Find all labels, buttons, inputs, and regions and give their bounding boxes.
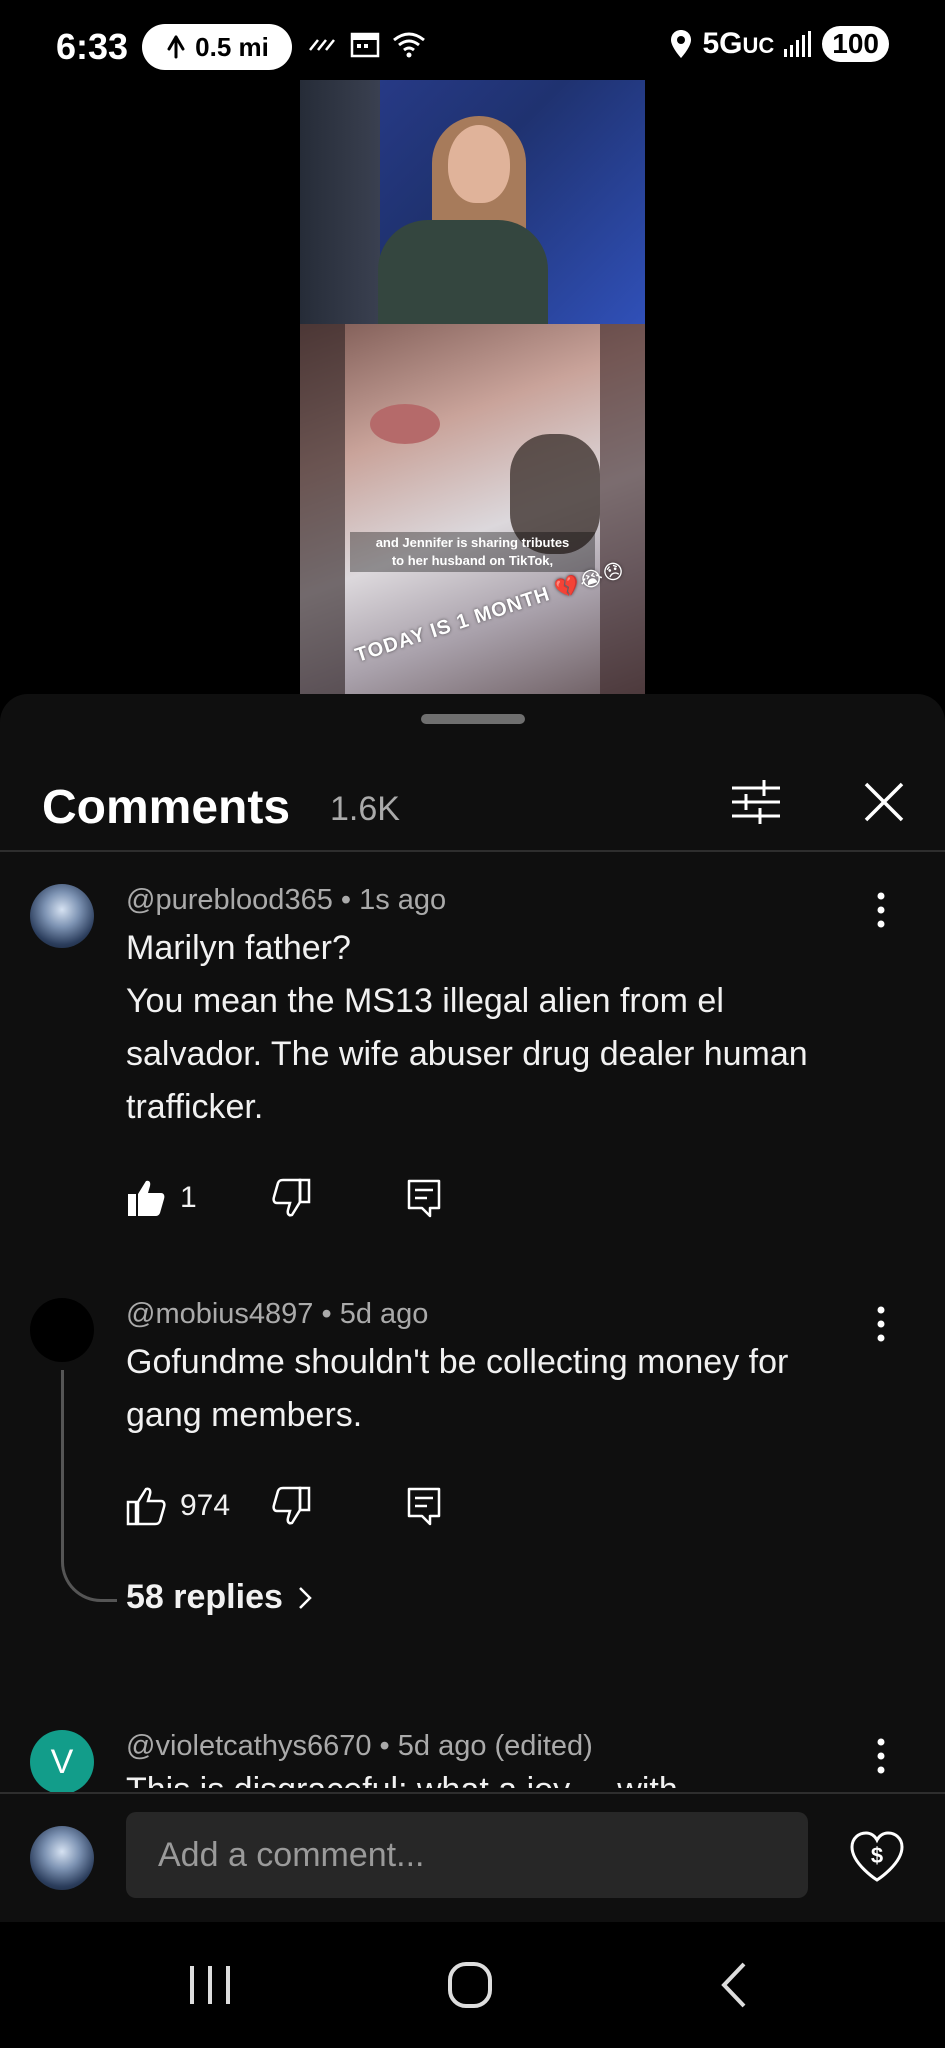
status-right: 5GUC 100 [670, 26, 889, 62]
comment-time: 1s ago [359, 884, 447, 916]
chevron-right-icon [299, 1586, 312, 1609]
dislike-button[interactable] [272, 1178, 312, 1223]
thumbs-up-filled-icon [128, 1180, 165, 1216]
battery-indicator: 100 [822, 26, 889, 62]
comment-meta: @pureblood365 • 1s ago [126, 884, 447, 916]
recents-icon [190, 1966, 230, 2004]
comment-compose-bar: $ [0, 1792, 945, 1922]
close-button[interactable] [856, 774, 912, 830]
status-time: 6:33 [56, 26, 129, 67]
video-overlay-text: TODAY IS 1 MONTH 💔😭😞 [352, 558, 628, 667]
comment-text: Marilyn father? You mean the MS13 illega… [126, 929, 808, 1126]
reply-button[interactable] [406, 1486, 442, 1531]
calendar-icon [350, 32, 380, 58]
comment-actions: 1 [126, 1178, 466, 1226]
close-icon [864, 782, 904, 822]
header-divider [0, 850, 945, 852]
thumbs-down-icon [272, 1178, 311, 1217]
like-count: 1 [180, 1181, 197, 1214]
comments-title: Comments [42, 781, 291, 834]
comment-reply-icon [407, 1487, 441, 1526]
comments-sheet: Comments 1.6K @pureblood365 • 1s ago Mar… [0, 694, 945, 1922]
home-icon [448, 1962, 492, 2008]
like-button[interactable]: 1 [126, 1178, 197, 1218]
user-avatar[interactable] [30, 1826, 94, 1890]
more-vertical-icon [877, 1738, 885, 1774]
navigation-distance: 0.5 mi [195, 31, 269, 62]
more-options-button[interactable] [866, 1736, 896, 1776]
comment-author[interactable]: @pureblood365 [126, 884, 333, 916]
comment-author[interactable]: @mobius4897 [126, 1298, 313, 1330]
video-bottom-frame: and Jennifer is sharing tributes to her … [300, 324, 645, 694]
status-bar: 6:33 0.5 mi 5GUC 100 [0, 0, 945, 80]
dislike-button[interactable] [272, 1486, 312, 1531]
like-button[interactable]: 974 [126, 1486, 230, 1526]
missed-call-icon [309, 39, 335, 51]
thread-connector [61, 1370, 117, 1602]
comments-header: Comments 1.6K [0, 754, 945, 850]
avatar[interactable] [30, 1298, 94, 1362]
wifi-icon [393, 32, 425, 58]
back-button[interactable] [706, 1960, 766, 2010]
system-nav-bar [0, 1922, 945, 2048]
home-button[interactable] [440, 1960, 500, 2010]
comment-actions: 974 [126, 1486, 466, 1534]
comment-time: 5d ago (edited) [397, 1730, 593, 1762]
thumbs-up-icon [126, 1487, 166, 1526]
signal-icon [784, 31, 812, 57]
thumbs-down-icon [272, 1486, 311, 1525]
like-count: 974 [180, 1489, 231, 1522]
notification-icons [308, 30, 426, 58]
heart-dollar-icon: $ [850, 1831, 904, 1882]
video-player[interactable]: and Jennifer is sharing tributes to her … [300, 80, 645, 694]
network-type: 5GUC [702, 27, 775, 60]
view-replies-link[interactable]: 58 replies [126, 1578, 313, 1617]
comment-text-partial: This is disgraceful: what a joy ... with… [126, 1766, 766, 1788]
comment-text: Gofundme shouldn't be collecting money f… [126, 1343, 789, 1434]
sort-filter-button[interactable] [728, 774, 784, 830]
reply-button[interactable] [406, 1178, 442, 1223]
comment-time: 5d ago [339, 1298, 429, 1330]
comment-meta: @mobius4897 • 5d ago [126, 1298, 429, 1330]
recents-button[interactable] [180, 1960, 240, 2010]
comments-count: 1.6K [330, 790, 400, 828]
comment-reply-icon [407, 1179, 441, 1218]
back-icon [721, 1962, 746, 2008]
video-caption: and Jennifer is sharing tributes to her … [350, 532, 595, 572]
video-top-frame [300, 80, 645, 330]
avatar[interactable]: V [30, 1730, 94, 1794]
navigation-arrow-icon [167, 35, 185, 59]
comment-author[interactable]: @violetcathys6670 [126, 1730, 371, 1762]
add-comment-input[interactable] [126, 1812, 808, 1898]
svg-text:$: $ [871, 1843, 883, 1868]
super-thanks-button[interactable]: $ [846, 1826, 908, 1888]
drag-handle[interactable] [421, 714, 525, 724]
avatar[interactable] [30, 884, 94, 948]
comment-meta: @violetcathys6670 • 5d ago (edited) [126, 1730, 593, 1762]
location-icon [671, 30, 692, 58]
sliders-icon [732, 780, 780, 824]
navigation-pill[interactable]: 0.5 mi [142, 24, 292, 70]
